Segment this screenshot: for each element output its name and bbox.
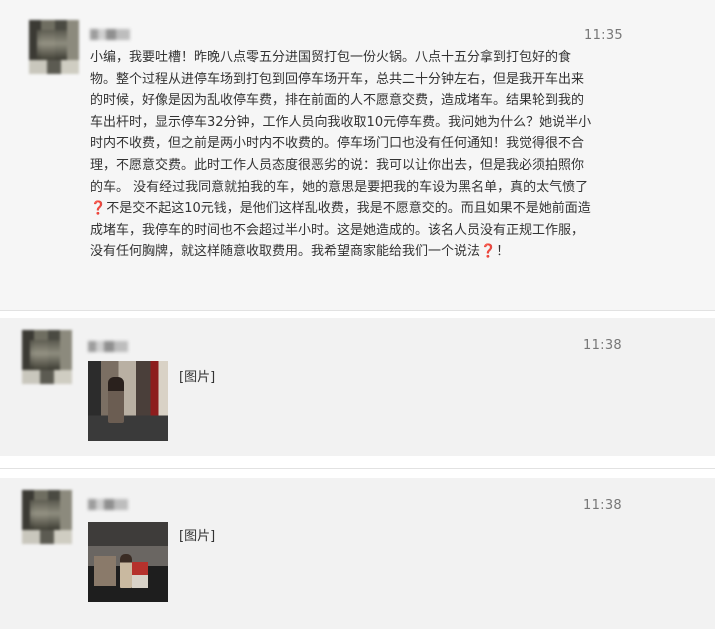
photo-thumbnail[interactable] <box>88 522 168 602</box>
divider <box>0 310 715 311</box>
message-text-part2: 不是交不起这10元钱，是他们这样乱收费，我是不愿意交的。而且如果不是她前面造成堵… <box>90 201 591 260</box>
avatar[interactable] <box>22 490 72 544</box>
message-time: 11:38 <box>583 498 622 513</box>
sender-name-blurred <box>88 341 128 352</box>
avatar[interactable] <box>22 330 72 384</box>
image-label: [图片] <box>179 529 216 544</box>
message-text: 小编，我要吐槽！昨晚八点零五分进国贸打包一份火锅。八点十五分拿到打包好的食物。整… <box>90 47 593 263</box>
image-label: [图片] <box>179 370 216 385</box>
message-2: 11:38 [图片] <box>0 318 715 456</box>
sender-name-blurred <box>88 499 128 510</box>
message-3: 11:38 [图片] <box>0 478 715 629</box>
photo-thumbnail[interactable] <box>88 361 168 441</box>
question-mark-icon: ❓ <box>90 201 107 217</box>
sender-name-blurred <box>90 29 130 40</box>
message-1: 11:35 小编，我要吐槽！昨晚八点零五分进国贸打包一份火锅。八点十五分拿到打包… <box>0 0 715 310</box>
avatar[interactable] <box>29 20 79 74</box>
message-time: 11:35 <box>584 28 623 43</box>
message-text-part1: 小编，我要吐槽！昨晚八点零五分进国贸打包一份火锅。八点十五分拿到打包好的食物。整… <box>90 50 592 195</box>
message-time: 11:38 <box>583 338 622 353</box>
question-mark-icon: ❓ <box>480 244 497 260</box>
divider <box>0 468 715 469</box>
photo-figure <box>120 554 132 588</box>
message-text-end: ！ <box>496 244 510 260</box>
